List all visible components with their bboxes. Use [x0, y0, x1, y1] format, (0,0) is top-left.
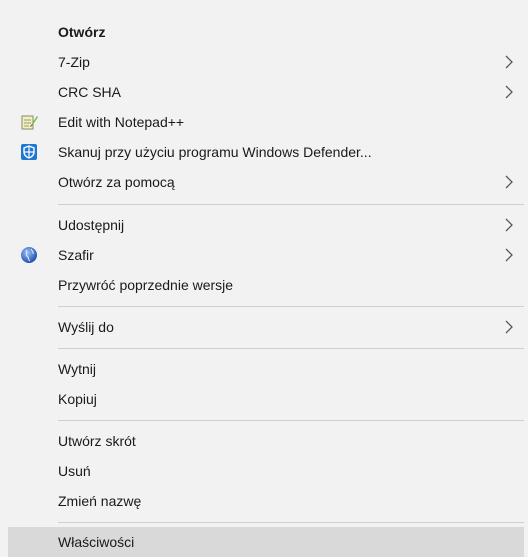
menu-separator — [58, 306, 524, 307]
menu-item-label: Właściwości — [58, 534, 135, 550]
menu-item-windows-defender-scan[interactable]: Skanuj przy użyciu programu Windows Defe… — [8, 137, 524, 167]
menu-item-label: Kopiuj — [58, 391, 97, 407]
menu-item-label: Otwórz za pomocą — [58, 174, 175, 190]
menu-item-share[interactable]: Udostępnij — [8, 210, 524, 240]
menu-item-delete[interactable]: Usuń — [8, 456, 524, 486]
chevron-right-icon — [505, 85, 513, 99]
menu-separator — [58, 204, 524, 205]
menu-item-label: Edit with Notepad++ — [58, 114, 185, 130]
menu-item-label: Otwórz — [58, 24, 106, 40]
menu-item-label: Utwórz skrót — [58, 433, 136, 449]
menu-item-cut[interactable]: Wytnij — [8, 354, 524, 384]
menu-item-restore-previous-versions[interactable]: Przywróć poprzednie wersje — [8, 270, 524, 300]
menu-item-rename[interactable]: Zmień nazwę — [8, 486, 524, 516]
windows-defender-icon — [20, 143, 38, 161]
szafir-globe-icon — [20, 246, 38, 264]
menu-item-label: Skanuj przy użyciu programu Windows Defe… — [58, 144, 372, 160]
chevron-right-icon — [505, 55, 513, 69]
menu-item-copy[interactable]: Kopiuj — [8, 384, 524, 414]
menu-item-label: Wytnij — [58, 361, 96, 377]
menu-item-create-shortcut[interactable]: Utwórz skrót — [8, 426, 524, 456]
context-menu: Otwórz 7-Zip CRC SHA Edit with Notepad++ — [0, 0, 528, 557]
notepad-plus-plus-icon — [20, 113, 38, 131]
menu-item-label: Udostępnij — [58, 217, 125, 233]
menu-item-label: Zmień nazwę — [58, 493, 142, 509]
menu-item-szafir[interactable]: Szafir — [8, 240, 524, 270]
menu-separator — [58, 522, 524, 523]
menu-item-edit-notepad[interactable]: Edit with Notepad++ — [8, 107, 524, 137]
menu-item-label: Wyślij do — [58, 319, 114, 335]
menu-item-properties[interactable]: Właściwości — [8, 527, 524, 557]
menu-separator — [58, 348, 524, 349]
menu-item-7zip[interactable]: 7-Zip — [8, 47, 524, 77]
menu-item-label: Przywróć poprzednie wersje — [58, 277, 234, 293]
menu-item-label: Usuń — [58, 463, 91, 479]
menu-item-label: CRC SHA — [58, 84, 122, 100]
chevron-right-icon — [505, 218, 513, 232]
chevron-right-icon — [505, 320, 513, 334]
menu-item-crc-sha[interactable]: CRC SHA — [8, 77, 524, 107]
menu-item-label: Szafir — [58, 247, 94, 263]
menu-item-label: 7-Zip — [58, 54, 90, 70]
menu-item-open[interactable]: Otwórz — [8, 17, 524, 47]
menu-item-send-to[interactable]: Wyślij do — [8, 312, 524, 342]
chevron-right-icon — [505, 248, 513, 262]
chevron-right-icon — [505, 175, 513, 189]
menu-item-open-with[interactable]: Otwórz za pomocą — [8, 167, 524, 197]
menu-separator — [58, 420, 524, 421]
